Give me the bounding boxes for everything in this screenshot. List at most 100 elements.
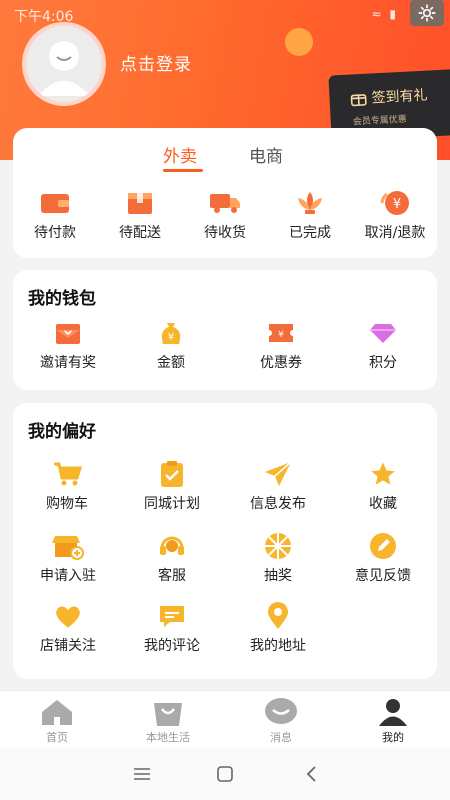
truck-icon	[210, 194, 240, 213]
tab-label: 本地生活	[146, 731, 190, 744]
wallet-title: 我的钱包	[28, 289, 96, 309]
pref-item-apply-merchant[interactable]: 申请入驻	[33, 531, 103, 585]
wallet-item-points[interactable]: 积分	[363, 318, 403, 372]
order-item-refund[interactable]: ¥ 取消/退款	[357, 188, 433, 242]
square-icon	[217, 766, 233, 782]
decorative-glow	[285, 28, 313, 56]
tab-home[interactable]: 首页	[17, 697, 97, 745]
order-item-pending-receipt[interactable]: 待收货	[193, 188, 257, 242]
pref-item-favorites[interactable]: 收藏	[358, 459, 408, 513]
order-item-completed[interactable]: 已完成	[278, 188, 342, 242]
signin-label: 签到有礼	[371, 87, 428, 107]
headset-icon	[160, 536, 184, 555]
avatar[interactable]	[22, 22, 106, 106]
order-item-label: 待付款	[34, 225, 76, 241]
pref-item-my-address[interactable]: 我的地址	[243, 601, 313, 655]
pref-item-label: 我的地址	[250, 638, 306, 654]
refund-icon: ¥	[380, 191, 409, 215]
shopping-bag-icon	[154, 703, 182, 726]
pref-item-label: 申请入驻	[40, 568, 96, 584]
svg-text:¥: ¥	[168, 332, 174, 343]
order-item-label: 待收货	[204, 225, 246, 241]
preferences-card: 我的偏好 购物车 同城计划 信息发布 收藏 申请入驻 客服 抽奖 意见反馈 店铺…	[13, 403, 437, 679]
pref-item-lottery[interactable]: 抽奖	[253, 531, 303, 585]
tab-messages[interactable]: 消息	[241, 697, 321, 745]
menu-button[interactable]	[130, 762, 154, 786]
pref-item-followed-stores[interactable]: 店铺关注	[33, 601, 103, 655]
settings-button[interactable]	[410, 0, 444, 26]
money-bag-icon: ¥	[161, 323, 181, 344]
order-item-label: 已完成	[289, 225, 331, 241]
heart-icon	[56, 606, 80, 628]
clipboard-check-icon	[161, 461, 183, 487]
gear-icon	[418, 4, 436, 22]
order-item-pending-payment[interactable]: 待付款	[23, 188, 87, 242]
back-chevron-icon	[306, 766, 316, 782]
svg-text:¥: ¥	[393, 197, 401, 212]
pref-item-post-info[interactable]: 信息发布	[243, 459, 313, 513]
login-link[interactable]: 点击登录	[120, 50, 192, 75]
pref-item-label: 意见反馈	[355, 568, 411, 584]
pref-item-label: 收藏	[369, 496, 397, 512]
pref-item-my-reviews[interactable]: 我的评论	[137, 601, 207, 655]
comment-icon	[160, 606, 184, 627]
star-icon	[371, 462, 395, 485]
cart-icon	[54, 462, 82, 486]
back-button[interactable]	[300, 762, 324, 786]
wallet-item-invite[interactable]: 邀请有奖	[33, 318, 103, 372]
message-bubble-icon	[265, 698, 297, 724]
envelope-heart-icon	[56, 324, 80, 344]
tab-takeout[interactable]: 外卖	[163, 142, 197, 167]
gift-icon	[350, 94, 367, 107]
wallet-icon	[41, 194, 69, 213]
paper-plane-icon	[265, 461, 292, 486]
store-plus-icon	[52, 536, 84, 560]
home-icon	[42, 700, 72, 725]
tab-label: 首页	[46, 731, 68, 744]
order-item-label: 待配送	[119, 225, 161, 241]
wallet-item-label: 优惠券	[260, 355, 302, 371]
orders-card: 外卖 电商 待付款 待配送 待收货 已完成 ¥ 取消/退款	[13, 128, 437, 258]
wallet-card: 我的钱包 邀请有奖 ¥ 金额 ¥ 优惠券 积分	[13, 270, 437, 390]
tab-local-life[interactable]: 本地生活	[128, 697, 208, 745]
coupon-icon: ¥	[269, 324, 293, 342]
pref-item-customer-service[interactable]: 客服	[147, 531, 197, 585]
pref-item-label: 店铺关注	[40, 638, 96, 654]
status-icons: ≈ ▮	[371, 7, 398, 21]
pref-item-label: 同城计划	[144, 496, 200, 512]
pref-item-feedback[interactable]: 意见反馈	[348, 531, 418, 585]
pref-item-label: 客服	[158, 568, 186, 584]
user-avatar-icon	[38, 41, 90, 96]
tab-label: 消息	[270, 731, 292, 744]
tab-ecommerce[interactable]: 电商	[249, 142, 283, 167]
wallet-item-label: 金额	[157, 355, 185, 371]
wallet-item-coupons[interactable]: ¥ 优惠券	[251, 318, 311, 372]
pref-item-label: 我的评论	[144, 638, 200, 654]
pref-item-label: 抽奖	[264, 568, 292, 584]
prize-wheel-icon	[265, 533, 291, 559]
pref-item-label: 购物车	[46, 496, 88, 512]
location-pin-icon	[268, 602, 288, 629]
order-item-pending-delivery[interactable]: 待配送	[108, 188, 172, 242]
active-tab-indicator	[163, 169, 203, 172]
lotus-icon	[298, 192, 322, 214]
tab-label: 我的	[382, 731, 404, 744]
pencil-icon	[370, 533, 396, 559]
order-item-label: 取消/退款	[364, 225, 426, 241]
svg-text:¥: ¥	[278, 330, 284, 340]
menu-icon	[134, 768, 150, 780]
preferences-title: 我的偏好	[28, 422, 96, 442]
signin-sub: 会员专属优惠	[352, 114, 408, 128]
wallet-item-balance[interactable]: ¥ 金额	[141, 318, 201, 372]
bottom-tab-bar: 首页 本地生活 消息 我的	[0, 690, 450, 748]
pref-item-local-plan[interactable]: 同城计划	[137, 459, 207, 513]
system-nav-bar	[0, 748, 450, 800]
person-icon	[379, 699, 407, 726]
pref-item-cart[interactable]: 购物车	[37, 459, 97, 513]
diamond-icon	[370, 324, 396, 343]
pref-item-label: 信息发布	[250, 496, 306, 512]
package-icon	[128, 193, 152, 214]
home-nav-button[interactable]	[213, 762, 237, 786]
wallet-item-label: 积分	[369, 355, 397, 371]
tab-mine[interactable]: 我的	[353, 697, 433, 745]
